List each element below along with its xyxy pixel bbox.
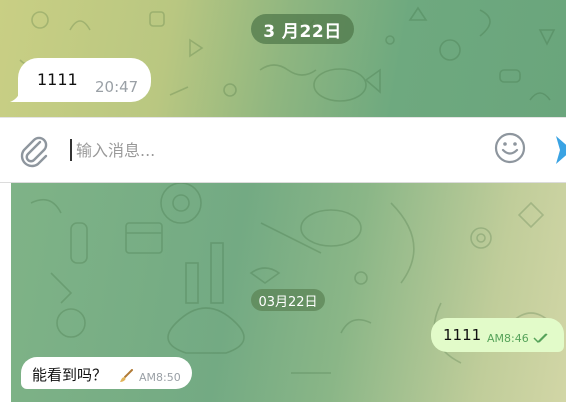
top-chat-pane[interactable]: 3 月22日 1111 20:47 [0, 0, 566, 117]
message-text: 能看到吗？ [32, 366, 108, 384]
smile-icon[interactable] [493, 131, 527, 165]
incoming-message-bubble[interactable]: 1111 20:47 [10, 58, 151, 102]
bubble-tail [10, 88, 26, 102]
message-text: 1111 [37, 70, 78, 89]
bottom-chat-pane[interactable]: 03月22日 1111 AM8:46 能看到吗？ AM8:50 [11, 183, 566, 402]
message-composer [0, 117, 566, 183]
message-input[interactable] [76, 134, 476, 166]
outgoing-message-bubble[interactable]: 1111 AM8:46 [431, 318, 564, 352]
message-text: 1111 [443, 326, 482, 344]
send-icon[interactable] [552, 132, 566, 168]
incoming-message-bubble[interactable]: 能看到吗？ AM8:50 [21, 357, 192, 389]
message-time: AM8:46 [487, 332, 529, 345]
brush-icon [120, 369, 133, 382]
date-separator: 3 月22日 [251, 14, 354, 44]
double-check-icon [533, 333, 548, 344]
message-time: AM8:50 [139, 371, 181, 384]
date-separator: 03月22日 [251, 289, 325, 311]
message-time: 20:47 [95, 78, 139, 96]
text-cursor [70, 139, 72, 161]
paperclip-icon[interactable] [16, 132, 52, 168]
